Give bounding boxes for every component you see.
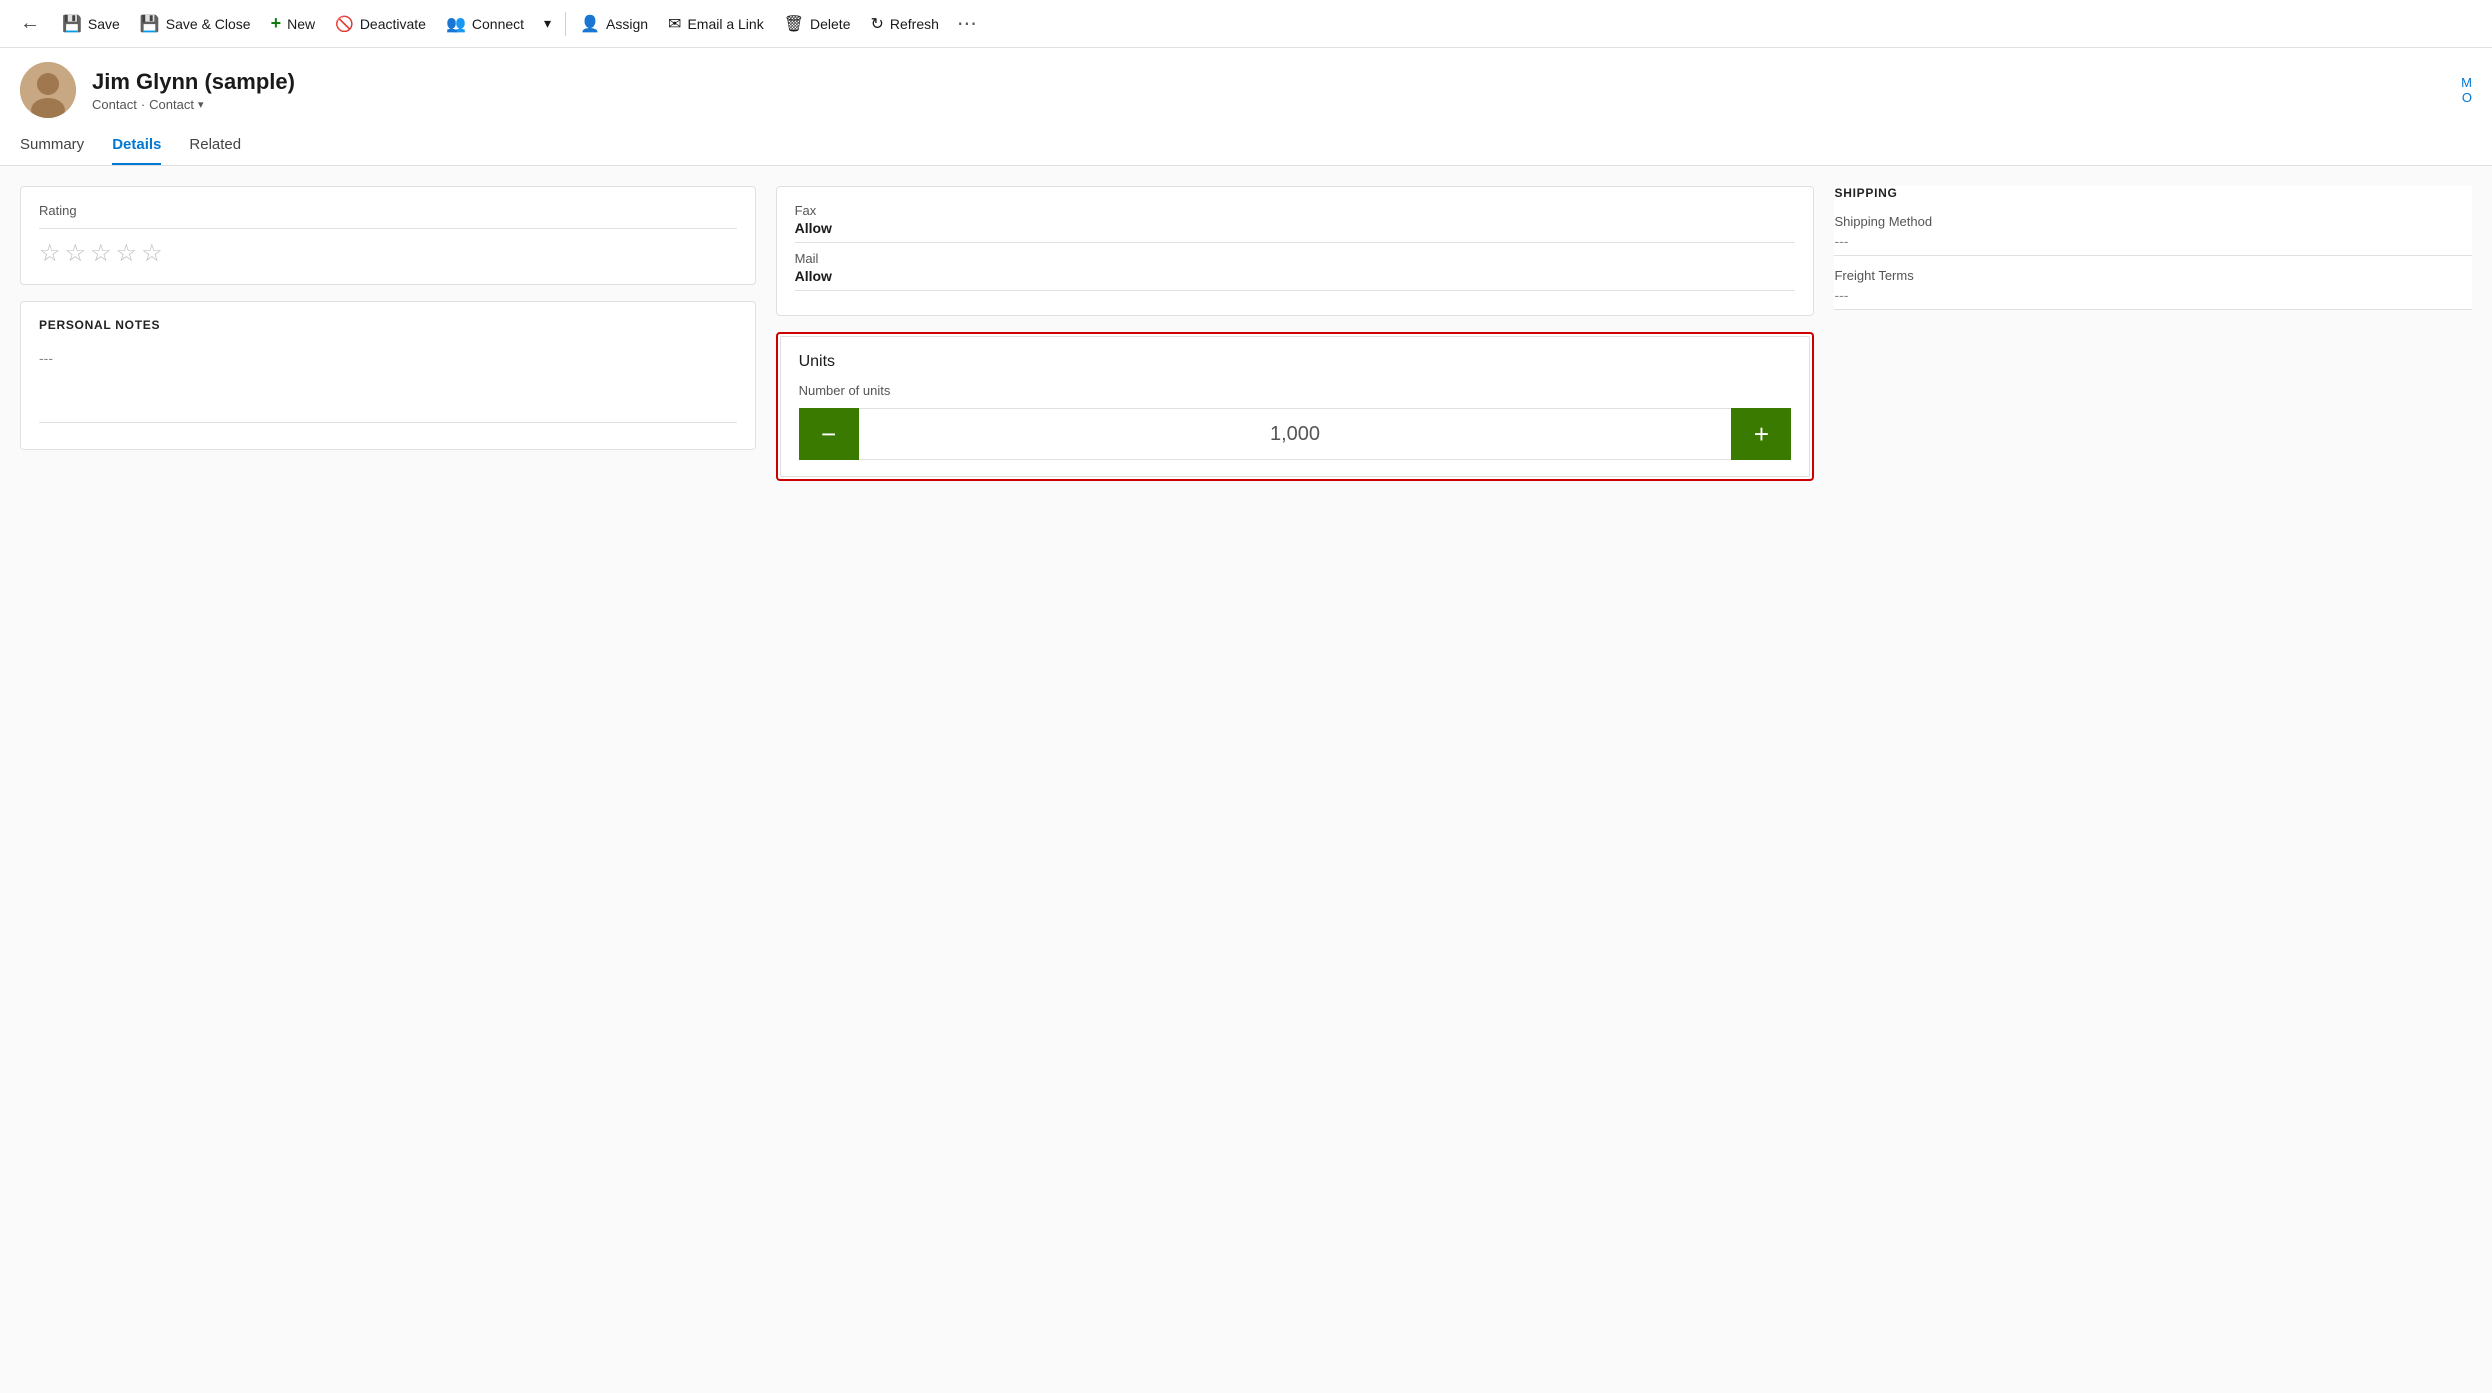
freight-terms-field: Freight Terms ---: [1834, 268, 2472, 310]
subtitle-dot: ·: [141, 97, 145, 112]
connect-button[interactable]: 👥 Connect: [436, 0, 534, 47]
avatar: [20, 62, 76, 118]
units-minus-button[interactable]: −: [799, 408, 859, 460]
units-title: Units: [799, 353, 1792, 371]
new-button[interactable]: + New: [261, 0, 326, 47]
toolbar: ← 💾 Save 💾 Save & Close + New 🚫 Deactiva…: [0, 0, 2492, 48]
delete-button[interactable]: 🗑 Delete: [774, 0, 861, 47]
right-column: SHIPPING Shipping Method --- Freight Ter…: [1834, 186, 2472, 1373]
freight-terms-value[interactable]: ---: [1834, 287, 2472, 310]
tabs: Summary Details Related: [0, 128, 2492, 166]
tab-details[interactable]: Details: [112, 128, 161, 165]
email-link-icon: ✉: [668, 14, 681, 34]
star-5[interactable]: ☆: [141, 239, 163, 268]
assign-icon: 👤: [580, 14, 600, 34]
top-right-line2: O: [2462, 90, 2472, 105]
more-options-button[interactable]: ⋯: [949, 11, 985, 36]
save-icon: 💾: [62, 14, 82, 34]
star-2[interactable]: ☆: [65, 239, 87, 268]
units-value[interactable]: 1,000: [859, 408, 1732, 460]
new-icon: +: [271, 13, 282, 34]
record-title-area: Jim Glynn (sample) Contact · Contact ▾: [92, 69, 2445, 112]
star-1[interactable]: ☆: [39, 239, 61, 268]
record-name: Jim Glynn (sample): [92, 69, 2445, 95]
shipping-method-field: Shipping Method ---: [1834, 214, 2472, 256]
record-type2[interactable]: Contact: [149, 97, 194, 112]
shipping-title: SHIPPING: [1834, 186, 2472, 200]
record-type-chevron[interactable]: ▾: [198, 98, 204, 111]
tab-summary[interactable]: Summary: [20, 128, 84, 165]
fax-field: Fax Allow: [795, 203, 1796, 243]
connect-icon: 👥: [446, 14, 466, 34]
shipping-method-value[interactable]: ---: [1834, 233, 2472, 256]
refresh-button[interactable]: ↻ Refresh: [860, 0, 948, 47]
units-field-label: Number of units: [799, 383, 1792, 398]
fax-value[interactable]: Allow: [795, 220, 1796, 243]
save-button[interactable]: 💾 Save: [52, 0, 130, 47]
deactivate-icon: 🚫: [335, 15, 354, 33]
refresh-icon: ↻: [870, 14, 883, 34]
freight-terms-label: Freight Terms: [1834, 268, 2472, 283]
star-4[interactable]: ☆: [116, 239, 138, 268]
rating-card: Rating ☆ ☆ ☆ ☆ ☆: [20, 186, 756, 285]
back-button[interactable]: ←: [12, 0, 48, 47]
mail-value[interactable]: Allow: [795, 268, 1796, 291]
chevron-down-icon: ▾: [544, 15, 551, 32]
email-link-button[interactable]: ✉ Email a Link: [658, 0, 774, 47]
top-right-info: M O: [2461, 75, 2472, 105]
personal-notes-title: PERSONAL NOTES: [39, 318, 737, 332]
deactivate-button[interactable]: 🚫 Deactivate: [325, 0, 436, 47]
personal-notes-value: ---: [39, 344, 737, 372]
contact-details-card: Fax Allow Mail Allow: [776, 186, 1815, 316]
middle-column: Fax Allow Mail Allow Units Number of uni…: [756, 186, 1835, 1373]
connect-dropdown-button[interactable]: ▾: [534, 0, 561, 47]
mail-field: Mail Allow: [795, 251, 1796, 291]
avatar-svg: [20, 62, 76, 118]
rating-label: Rating: [39, 203, 737, 218]
content-area: Rating ☆ ☆ ☆ ☆ ☆ PERSONAL NOTES --- Fax …: [0, 166, 2492, 1393]
star-3[interactable]: ☆: [90, 239, 112, 268]
record-type1[interactable]: Contact: [92, 97, 137, 112]
mail-label: Mail: [795, 251, 1796, 266]
avatar-image: [20, 62, 76, 118]
top-right-line1: M: [2461, 75, 2472, 90]
rating-stars[interactable]: ☆ ☆ ☆ ☆ ☆: [39, 239, 737, 268]
minus-icon: −: [821, 419, 836, 450]
assign-button[interactable]: 👤 Assign: [570, 0, 658, 47]
units-card: Units Number of units − 1,000 +: [780, 336, 1811, 477]
left-column: Rating ☆ ☆ ☆ ☆ ☆ PERSONAL NOTES ---: [20, 186, 756, 1373]
personal-notes-card: PERSONAL NOTES ---: [20, 301, 756, 450]
fax-label: Fax: [795, 203, 1796, 218]
units-plus-button[interactable]: +: [1731, 408, 1791, 460]
toolbar-divider: [565, 12, 566, 36]
shipping-card: SHIPPING Shipping Method --- Freight Ter…: [1834, 186, 2472, 310]
units-card-wrapper: Units Number of units − 1,000 +: [776, 332, 1815, 481]
plus-icon: +: [1754, 419, 1769, 450]
tab-related[interactable]: Related: [189, 128, 241, 165]
save-close-button[interactable]: 💾 Save & Close: [130, 0, 261, 47]
delete-icon: 🗑: [784, 14, 804, 34]
back-icon: ←: [20, 12, 40, 35]
record-subtitle: Contact · Contact ▾: [92, 97, 2445, 112]
units-controls: − 1,000 +: [799, 408, 1792, 460]
save-close-icon: 💾: [140, 14, 160, 34]
record-header: Jim Glynn (sample) Contact · Contact ▾ M…: [0, 48, 2492, 118]
shipping-method-label: Shipping Method: [1834, 214, 2472, 229]
